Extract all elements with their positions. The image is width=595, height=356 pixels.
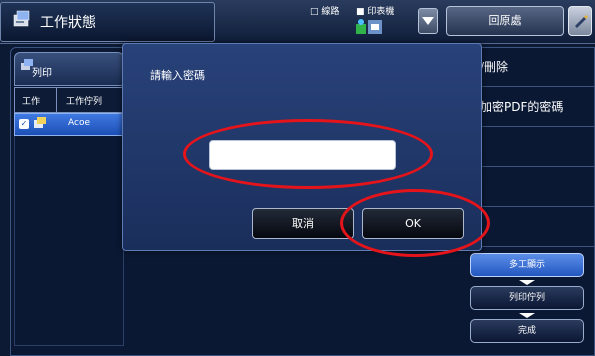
job-table-body	[14, 136, 124, 346]
tab-print-label: 列印	[32, 68, 52, 79]
page-title: 工作狀態	[40, 15, 96, 31]
delete-item[interactable]: /刪除	[470, 47, 595, 87]
column-divider	[56, 88, 57, 112]
encrypted-pdf-password-item[interactable]: 加密PDF的密碼	[470, 87, 595, 127]
column-header-queue: 工作佇列	[66, 97, 103, 107]
job-name: Acoe	[68, 118, 90, 128]
multi-display-button[interactable]: 多工顯示	[470, 253, 584, 277]
print-queue-button[interactable]: 列印佇列	[470, 286, 584, 310]
dropdown-icon	[422, 17, 434, 25]
checkbox-icon[interactable]: ✓	[19, 119, 29, 129]
status-dropdown-button[interactable]	[418, 8, 438, 34]
annotation-ring-ok	[340, 189, 490, 257]
job-status-title-area[interactable]	[0, 2, 215, 42]
column-header-job: 工作	[22, 97, 41, 107]
line-status: □ 線路	[310, 7, 340, 17]
annotation-ring-password	[183, 119, 433, 189]
doc-icon	[34, 117, 46, 128]
right-menu-blank-2[interactable]	[470, 167, 595, 207]
device-status: □ 線路 ■ 印表機	[310, 4, 406, 40]
down-arrow-icon	[519, 313, 535, 318]
job-status-icon	[13, 10, 30, 27]
complete-button[interactable]: 完成	[470, 319, 584, 343]
network-printer-icon	[356, 19, 382, 34]
down-arrow-icon	[519, 280, 535, 285]
edit-icon	[575, 15, 588, 28]
dialog-title: 請輸入密碼	[150, 69, 205, 82]
cancel-button[interactable]: 取消	[252, 208, 354, 239]
edit-button[interactable]	[568, 6, 592, 36]
home-button[interactable]: 回原處	[446, 6, 564, 36]
right-menu-blank-1[interactable]	[470, 127, 595, 167]
